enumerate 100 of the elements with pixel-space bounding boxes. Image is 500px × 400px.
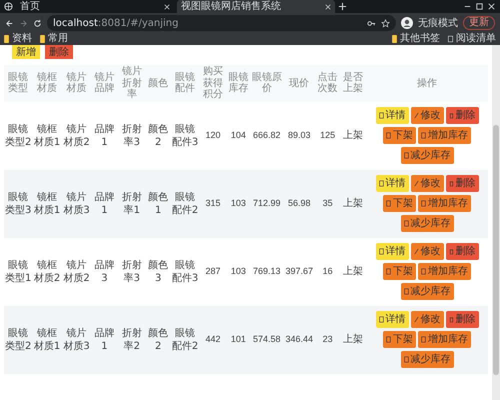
incognito-avatar-icon[interactable] <box>401 17 413 29</box>
table-cell: 品牌1 <box>91 306 118 374</box>
stock-button[interactable]: 减少库存 <box>400 215 454 232</box>
delete-button[interactable]: 删除 <box>446 175 479 192</box>
back-arrow-icon[interactable] <box>5 18 14 28</box>
close-icon[interactable] <box>325 4 331 10</box>
column-header: 点击次数 <box>315 65 340 102</box>
stock-button[interactable]: 减少库存 <box>400 351 454 368</box>
table-cell: 125 <box>315 102 340 170</box>
table-cell: 折射率2 <box>118 306 146 374</box>
scrollbar[interactable] <box>492 45 500 400</box>
detail-button[interactable]: 详情 <box>376 107 409 124</box>
column-header: 镜片品牌 <box>91 65 118 102</box>
delete-button[interactable]: 删除 <box>446 243 479 260</box>
table-cell: 769.13 <box>250 238 283 306</box>
table-cell: 品牌1 <box>91 102 118 170</box>
browser-tab[interactable]: 视图眼镜网店销售系统 <box>177 0 335 13</box>
add-button[interactable]: 新增 <box>12 45 40 59</box>
pen-icon <box>414 316 419 323</box>
offshelf-button[interactable]: 下架 <box>383 127 416 144</box>
table-cell: 颜色1 <box>146 170 170 238</box>
table-cell: 镜框材质1 <box>32 306 62 374</box>
stock-button[interactable]: 增加库存 <box>418 127 472 144</box>
restore-icon[interactable] <box>475 2 484 11</box>
table-cell: 镜框材质2 <box>32 238 62 306</box>
table-cell: 287 <box>200 238 226 306</box>
document-icon <box>404 220 409 227</box>
stock-button[interactable]: 减少库存 <box>400 283 454 300</box>
offshelf-button[interactable]: 下架 <box>383 195 416 212</box>
table-cell: 101 <box>226 306 251 374</box>
edit-button[interactable]: 修改 <box>410 243 444 260</box>
document-icon <box>378 112 384 119</box>
table-cell: 56.98 <box>282 170 316 238</box>
detail-button[interactable]: 详情 <box>376 175 409 192</box>
plus-icon[interactable] <box>338 2 347 11</box>
table-cell: 品牌3 <box>91 238 118 306</box>
delete-button[interactable]: 删除 <box>45 45 73 59</box>
update-button[interactable]: 更新 <box>463 16 495 30</box>
bookmark[interactable]: 阅读清单 <box>448 33 496 45</box>
column-header: 镜片折射率 <box>118 65 146 102</box>
address-bar[interactable]: localhost:8081/#/yanjing <box>47 15 396 31</box>
stock-button[interactable]: 增加库存 <box>418 195 472 212</box>
edit-button[interactable]: 修改 <box>410 311 444 328</box>
table-cell: 35 <box>315 170 340 238</box>
table-cell: 上架 <box>340 102 366 170</box>
table-cell: 120 <box>200 102 226 170</box>
reload-icon[interactable] <box>33 18 42 28</box>
table-cell: 眼镜配件2 <box>170 170 200 238</box>
column-header: 眼镜库存 <box>226 65 251 102</box>
stock-button[interactable]: 增加库存 <box>418 331 472 348</box>
close-icon[interactable] <box>164 4 170 10</box>
table-cell: 315 <box>200 170 226 238</box>
table-cell: 折射率1 <box>118 170 146 238</box>
table-cell: 品牌1 <box>91 170 118 238</box>
document-icon <box>386 200 392 207</box>
table-cell: 上架 <box>340 170 366 238</box>
detail-button[interactable]: 详情 <box>376 243 409 260</box>
profile-label: 无痕模式 <box>418 16 458 30</box>
table-cell: 眼镜类型1 <box>4 238 32 306</box>
bookmark[interactable]: 资料 <box>4 33 32 45</box>
table-cell: 104 <box>226 102 251 170</box>
table-cell: 89.03 <box>282 102 316 170</box>
table-cell: 23 <box>315 306 340 374</box>
pen-icon <box>414 248 419 255</box>
table-cell: 397.67 <box>282 238 316 306</box>
edit-button[interactable]: 修改 <box>410 107 444 124</box>
document-icon <box>386 132 392 139</box>
column-header: 镜框材质 <box>32 65 62 102</box>
star-icon[interactable] <box>381 18 390 28</box>
document-icon <box>378 180 384 187</box>
table-cell: 712.99 <box>250 170 283 238</box>
forward-arrow-icon[interactable] <box>19 18 28 28</box>
column-header: 颜色 <box>146 65 170 102</box>
table-cell: 折射率3 <box>118 102 146 170</box>
detail-button[interactable]: 详情 <box>376 311 409 328</box>
folder-icon <box>40 35 45 43</box>
table-cell: 镜片材质3 <box>62 306 92 374</box>
table-cell: 颜色2 <box>146 102 170 170</box>
edit-button[interactable]: 修改 <box>410 175 444 192</box>
globe-icon <box>4 2 13 11</box>
table-cell: 眼镜类型3 <box>4 170 32 238</box>
page-icon <box>448 35 453 43</box>
table-cell: 16 <box>315 238 340 306</box>
key-icon[interactable] <box>367 18 376 28</box>
delete-button[interactable]: 删除 <box>446 311 479 328</box>
delete-button[interactable]: 删除 <box>446 107 479 124</box>
close-icon[interactable] <box>487 2 496 11</box>
table-cell: 346.44 <box>282 306 316 374</box>
offshelf-button[interactable]: 下架 <box>383 331 416 348</box>
table-cell: 103 <box>226 238 251 306</box>
document-icon <box>421 200 426 207</box>
stock-button[interactable]: 减少库存 <box>400 147 454 164</box>
offshelf-button[interactable]: 下架 <box>383 263 416 280</box>
document-icon <box>404 288 409 295</box>
bookmark[interactable]: 常用 <box>40 33 68 45</box>
stock-button[interactable]: 增加库存 <box>418 263 472 280</box>
table-cell: 折射率3 <box>118 238 146 306</box>
browser-tab[interactable]: 首页 <box>16 0 174 13</box>
table-cell: 上架 <box>340 306 366 374</box>
bookmark[interactable]: 其他书签 <box>392 33 440 45</box>
